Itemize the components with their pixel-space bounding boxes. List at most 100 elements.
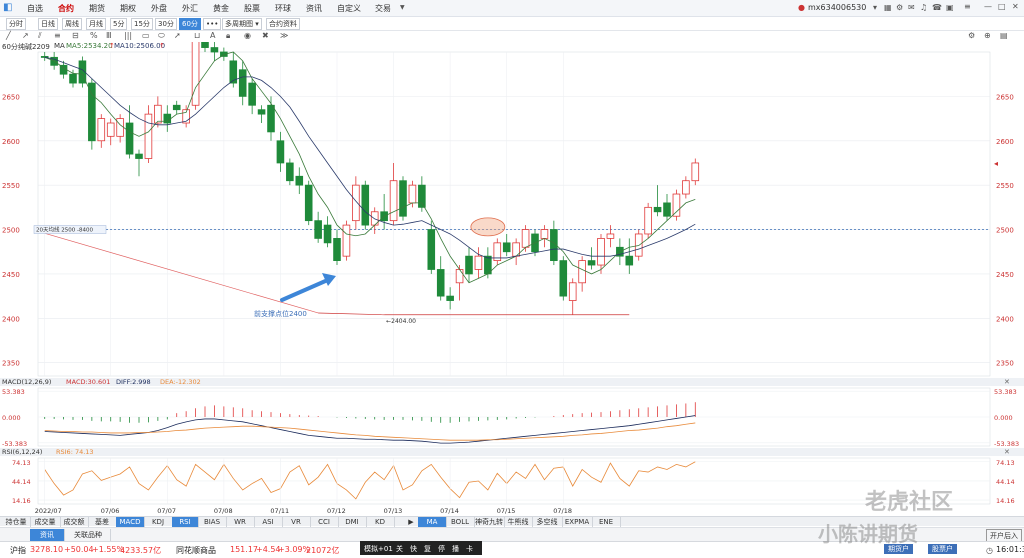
candle-body (97, 118, 106, 142)
chevron-down-icon[interactable]: ▼ (400, 4, 405, 11)
x-tick-label: 07/11 (270, 507, 289, 515)
period-button-weekly[interactable]: 周线 (62, 18, 82, 30)
grid-icon[interactable]: ▦ (884, 3, 892, 12)
nav-item-futures[interactable]: 期货 (89, 3, 105, 14)
lock-icon[interactable]: 🔒︎ (226, 31, 230, 41)
settings-icon[interactable]: ⚙ (896, 3, 903, 12)
period-button-15min[interactable]: 15分 (131, 18, 153, 30)
menu-icon[interactable]: ≡ (964, 2, 971, 11)
more-tools-icon[interactable]: ≫ (280, 31, 288, 40)
zoom-icon[interactable]: ⊕ (984, 31, 991, 40)
fibonacci-icon[interactable]: Ⅲ (106, 31, 112, 40)
more-periods-button[interactable]: ••• (203, 18, 222, 30)
period-button-monthly[interactable]: 月线 (86, 18, 106, 30)
layout-icon[interactable]: ▤ (1000, 31, 1008, 40)
delete-icon[interactable]: ✖ (262, 31, 269, 40)
period-line-icon[interactable]: ||| (124, 31, 132, 40)
nav-item-forex[interactable]: 外汇 (182, 3, 198, 14)
indicator-tab[interactable]: ASI (254, 517, 283, 527)
contract-name[interactable]: 同花顺商品 (176, 545, 216, 556)
index-amount: 4233.57亿 (120, 546, 162, 555)
parallel-tool-icon[interactable]: ⫽ (38, 31, 42, 41)
golden-section-icon[interactable]: ⊟ (72, 31, 79, 40)
user-avatar-icon[interactable]: ● (798, 3, 805, 12)
indicator-tab[interactable]: 牛熊线 (504, 517, 533, 527)
nav-item-custom[interactable]: 自定义 (337, 3, 361, 14)
close-icon[interactable]: ✕ (1012, 2, 1019, 11)
period-button-60min[interactable]: 60分 (179, 18, 201, 30)
nav-item-options[interactable]: 期权 (120, 3, 136, 14)
channel-tool-icon[interactable]: ≡ (54, 31, 61, 40)
period-button-timeshare[interactable]: 分时 (6, 18, 26, 30)
percent-line-icon[interactable]: % (90, 31, 98, 40)
message-icon[interactable]: ✉ (908, 3, 915, 12)
candle-body (597, 238, 605, 266)
replay-restore-button[interactable]: 复 (424, 544, 431, 554)
indicator-tab[interactable]: KD (366, 517, 395, 527)
tab-news[interactable]: 资讯 (30, 529, 65, 541)
nav-item-contract[interactable]: 合约 (58, 3, 74, 14)
replay-mode-label[interactable]: 模拟+01 (364, 544, 393, 554)
replay-close-button[interactable]: 关 (396, 544, 403, 554)
phone-icon[interactable]: ☎ (932, 3, 942, 12)
nav-item-foreign-market[interactable]: 外盘 (151, 3, 167, 14)
magnet-icon[interactable]: ⊔ (194, 31, 200, 40)
replay-stuck-button[interactable]: 卡 (466, 544, 473, 554)
text-tool-icon[interactable]: A (210, 31, 215, 40)
indicator-tab[interactable]: EXPMA (562, 517, 593, 527)
indicator-tab[interactable]: BOLL (446, 517, 475, 527)
candle-body (144, 113, 153, 159)
period-button-daily[interactable]: 日线 (38, 18, 58, 30)
arrow-tool-icon[interactable]: ➚ (174, 31, 181, 40)
indicator-tab[interactable]: ENE (592, 517, 621, 527)
chart-settings-icon[interactable]: ⚙ (968, 31, 975, 40)
ray-tool-icon[interactable]: ↗ (22, 31, 29, 40)
indicator-tab[interactable]: 多空线 (532, 517, 563, 527)
tab-related-products[interactable]: 关联品种 (66, 529, 111, 541)
period-button-30min[interactable]: 30分 (155, 18, 177, 30)
indicator-tab[interactable]: 神奇九转 (474, 517, 505, 527)
indicator-tab[interactable]: 持仓量 (2, 517, 31, 527)
indicator-tab[interactable]: 基差 (88, 517, 117, 527)
indicator-tab[interactable]: ▶ (404, 517, 419, 527)
indicator-tab[interactable]: VR (282, 517, 311, 527)
stock-account-button[interactable]: 股票户 (928, 544, 957, 554)
candle-body (587, 260, 596, 266)
indicator-tab[interactable]: MACD (116, 517, 145, 527)
indicator-tab[interactable]: 成交额 (60, 517, 89, 527)
replay-play-button[interactable]: 播 (452, 544, 459, 554)
chart-area[interactable]: 2350 2350 2400 2400 2450 2450 2500 2500 2550 2550… (0, 42, 1024, 516)
contract-info-button[interactable]: 合约资料 (266, 18, 300, 30)
eye-icon[interactable]: ◉ (244, 31, 251, 40)
indicator-tab[interactable]: CCI (310, 517, 339, 527)
ellipse-tool-icon[interactable]: ⬭ (158, 31, 165, 41)
indicator-tab[interactable]: 成交量 (30, 517, 61, 527)
rectangle-tool-icon[interactable]: ▭ (142, 31, 150, 40)
multi-period-dropdown[interactable]: 多周期图 ▾ (222, 18, 262, 30)
nav-item-news[interactable]: 资讯 (306, 3, 322, 14)
period-button-5min[interactable]: 5分 (110, 18, 128, 30)
index-name[interactable]: 沪指 (10, 545, 26, 556)
candle-body (201, 42, 209, 48)
indicator-tab[interactable]: KDJ (144, 517, 173, 527)
maximize-icon[interactable]: □ (998, 2, 1006, 11)
nav-item-watchlist[interactable]: 自选 (27, 3, 43, 14)
indicator-tab[interactable]: BIAS (198, 517, 227, 527)
bell-icon[interactable]: ♫ (920, 3, 927, 12)
indicator-tab[interactable]: MA (418, 517, 447, 527)
replay-fast-button[interactable]: 快 (410, 544, 417, 554)
replay-stop-button[interactable]: 停 (438, 544, 445, 554)
monitor-icon[interactable]: ▣ (946, 3, 954, 12)
nav-item-global[interactable]: 环球 (275, 3, 291, 14)
indicator-tab[interactable]: DMI (338, 517, 367, 527)
nav-item-stocks[interactable]: 股票 (244, 3, 260, 14)
minimize-icon[interactable]: — (984, 2, 992, 11)
indicator-tab[interactable]: WR (226, 517, 255, 527)
line-tool-icon[interactable]: ╱ (6, 31, 11, 40)
indicator-tab[interactable]: RSI (172, 517, 199, 527)
nav-item-gold[interactable]: 黄金 (213, 3, 229, 14)
nav-item-trade[interactable]: 交易 (375, 3, 391, 14)
account-name[interactable]: mx634006530 (808, 3, 866, 12)
clock-time: 16:01:39 (996, 545, 1024, 554)
account-dropdown-icon[interactable]: ▾ (873, 3, 877, 12)
